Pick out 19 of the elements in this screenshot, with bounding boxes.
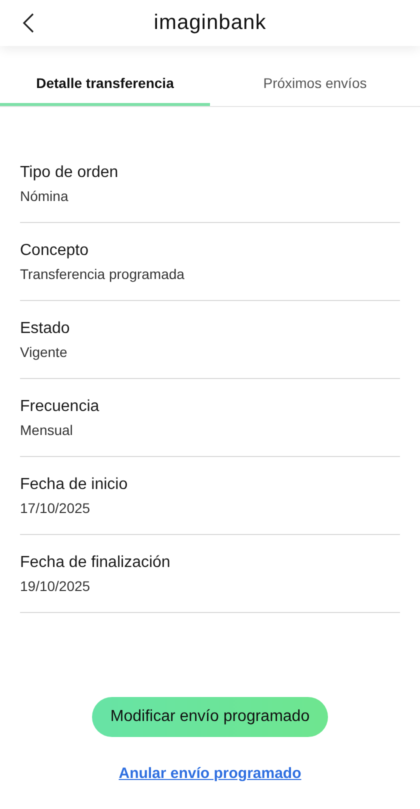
tab[interactable]: Detalle transferencia xyxy=(0,62,210,106)
field-label: Frecuencia xyxy=(20,398,100,416)
back-icon xyxy=(22,13,34,33)
field-value: Transferencia programada xyxy=(20,266,184,282)
field-label: Fecha de inicio xyxy=(20,476,128,494)
field-value: Nómina xyxy=(20,188,68,204)
field-label: Tipo de orden xyxy=(20,164,118,182)
cancel-link[interactable]: Anular envío programado xyxy=(118,765,302,782)
field-label: Concepto xyxy=(20,242,88,260)
field-value: 17/10/2025 xyxy=(20,500,90,516)
field-value: Mensual xyxy=(20,422,73,438)
field-label: Fecha de finalización xyxy=(20,554,170,572)
tab[interactable]: Próximos envíos xyxy=(210,62,420,106)
field-value: 19/10/2025 xyxy=(20,578,90,594)
logo: imaginbank xyxy=(154,11,266,35)
field-label: Estado xyxy=(20,320,70,338)
modify-button[interactable]: Modificar envío programado xyxy=(92,697,328,737)
back-button[interactable] xyxy=(22,13,34,33)
field-value: Vigente xyxy=(20,344,68,360)
